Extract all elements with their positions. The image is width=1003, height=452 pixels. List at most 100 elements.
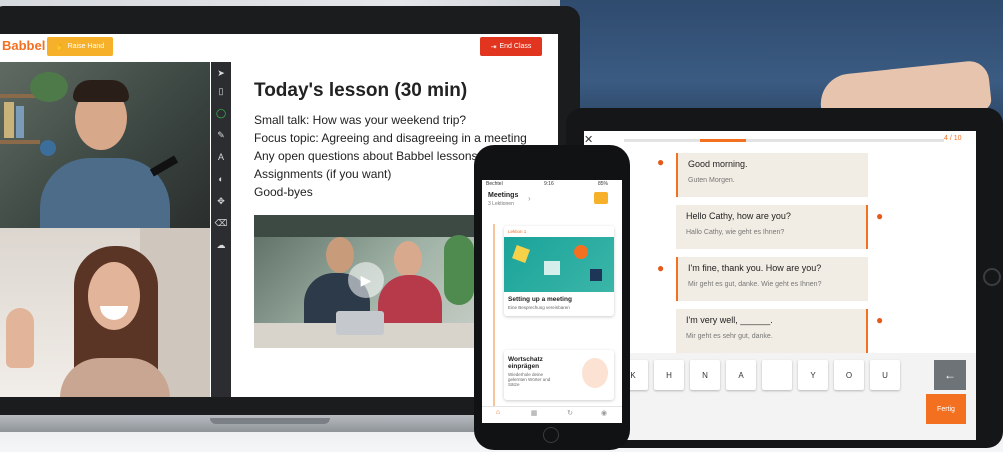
book [4, 102, 14, 138]
progress-counter: 4 / 10 [944, 135, 962, 142]
shape-icon[interactable]: ◐ [211, 172, 231, 186]
cursor-icon[interactable]: ➤ [211, 66, 231, 80]
letter-key[interactable]: A [726, 360, 756, 390]
record-icon[interactable]: ◯ [211, 106, 231, 120]
end-class-button[interactable]: ⇥ End Class [480, 37, 542, 56]
letter-key[interactable]: H [654, 360, 684, 390]
laptop-notch [210, 418, 330, 424]
sticky-note [590, 269, 602, 281]
lesson-subtitle: Eine Besprechung vereinbaren [508, 305, 570, 310]
classroom-topbar: Babbel ✋ Raise Hand ⇥ End Class [0, 34, 558, 60]
phone-screen: Bechtel 9:16 85% Meetings 3 Lektionen › … [482, 180, 622, 423]
sticky-note [574, 245, 588, 259]
plant [30, 72, 68, 102]
student-waving-hand [6, 308, 34, 368]
clock-label: 9:16 [544, 181, 554, 187]
lesson-label: Lektion 1 [508, 229, 527, 234]
dialogue-german: Guten Morgen. [688, 177, 735, 184]
video-person-body [378, 275, 442, 325]
letter-key[interactable]: U [870, 360, 900, 390]
tab-courses[interactable]: ▦ [524, 409, 544, 417]
end-class-label: End Class [499, 43, 532, 50]
tab-review[interactable]: ↻ [560, 409, 580, 417]
agenda-item: Small talk: How was your weekend trip? [254, 113, 467, 127]
dialogue-english: Good morning. [688, 159, 748, 169]
dialogue-english: I'm fine, thank you. How are you? [688, 263, 822, 273]
lesson-title: Setting up a meeting [508, 296, 572, 303]
video-person-head [326, 237, 354, 273]
teacher-hair [73, 80, 129, 102]
play-icon[interactable]: ▶ [348, 262, 384, 298]
tab-profile[interactable]: ◉ [594, 409, 614, 417]
done-button[interactable]: Fertig [926, 394, 966, 424]
globe [40, 140, 56, 156]
microphone [149, 155, 179, 177]
dialogue-bubble: Good morning. Guten Morgen. [676, 153, 868, 197]
student-video-feed [0, 228, 210, 397]
dialogue-german: Mir geht es gut, danke. Wie geht es Ihne… [688, 281, 822, 288]
speaker-b-icon: ● [876, 313, 884, 327]
course-subtitle: 3 Lektionen [488, 201, 514, 207]
speaker-a-icon: ● [657, 155, 665, 169]
babbel-logo: Babbel [2, 38, 46, 53]
video-person-head [394, 241, 422, 277]
chevron-right-icon[interactable]: › [528, 194, 531, 203]
letter-key[interactable]: N [690, 360, 720, 390]
dialogue-bubble-active: I'm very well, ______. Mir geht es sehr … [676, 309, 868, 353]
lesson-progress-fill [700, 139, 746, 142]
upload-icon[interactable]: ☁ [211, 238, 231, 252]
lesson-card[interactable]: Lektion 1 Setting up a meeting Eine Besp… [504, 226, 614, 316]
teacher-video-feed [0, 62, 210, 228]
tablet-screen: ✕ 4 / 10 ● Good morning. Guten Morgen. H… [584, 131, 976, 440]
review-title: Wortschatz einprägen [508, 356, 543, 370]
carrier-label: Bechtel [486, 181, 503, 187]
video-plant [444, 235, 474, 305]
pen-icon[interactable]: ✎ [211, 128, 231, 142]
arrow-left-icon: ← [944, 368, 956, 382]
raise-hand-button[interactable]: ✋ Raise Hand [47, 37, 113, 56]
letter-key[interactable]: Y [798, 360, 828, 390]
letter-key[interactable]: O [834, 360, 864, 390]
video-laptop [336, 311, 384, 335]
backspace-button[interactable]: ← [934, 360, 966, 390]
lesson-illustration [504, 237, 614, 292]
dialogue-bubble: Hello Cathy, how are you? Hallo Cathy, w… [676, 205, 868, 249]
whiteboard-toolbar: ➤ ▯ ◯ ✎ A ◐ ✥ ⌫ ☁ [211, 62, 231, 397]
tab-home[interactable]: ⌂ [488, 409, 508, 416]
raise-hand-label: Raise Hand [67, 43, 105, 50]
exit-icon: ⇥ [490, 43, 497, 51]
dialogue-english: I'm very well, ______. [686, 315, 773, 325]
book [16, 106, 24, 138]
dialogue-english: Hello Cathy, how are you? [686, 211, 791, 221]
course-timeline [493, 224, 495, 423]
eraser-icon[interactable]: ⌫ [211, 216, 231, 230]
battery-label: 85% [598, 181, 609, 187]
phone-home-button[interactable] [543, 427, 559, 443]
review-card[interactable]: Wortschatz einprägen Wiederhole deine ge… [504, 350, 614, 400]
lesson-progress-bar [624, 139, 944, 142]
letter-key[interactable] [762, 360, 792, 390]
speaker-a-icon: ● [657, 261, 665, 275]
lesson-video-player[interactable]: ▶ [254, 215, 474, 348]
sticky-note [512, 245, 530, 263]
status-bar: Bechtel 9:16 85% [482, 181, 622, 189]
video-backdrop [254, 215, 474, 237]
dialogue-german: Hallo Cathy, wie geht es Ihnen? [686, 229, 785, 236]
move-icon[interactable]: ✥ [211, 194, 231, 208]
tablet-home-button[interactable] [983, 268, 1001, 286]
course-title: Meetings [488, 192, 519, 199]
review-subtitle: Wiederhole deine gelernten Wörter und Sä… [508, 372, 551, 387]
agenda-item: Focus topic: Agreeing and disagreeing in… [254, 131, 527, 145]
suitcase-icon [594, 192, 608, 204]
lesson-title: Today's lesson (30 min) [254, 80, 468, 101]
dialogue-german: Mir geht es sehr gut, danke. [686, 333, 773, 340]
text-icon[interactable]: A [211, 150, 231, 164]
sticky-note [544, 261, 560, 275]
hand-icon: ✋ [55, 43, 65, 51]
review-illustration [582, 358, 608, 388]
file-icon[interactable]: ▯ [211, 84, 231, 98]
bottom-tab-bar: ⌂ ▦ ↻ ◉ [482, 406, 622, 423]
shelf [0, 140, 40, 144]
speaker-b-icon: ● [876, 209, 884, 223]
dialogue-bubble: I'm fine, thank you. How are you? Mir ge… [676, 257, 868, 301]
